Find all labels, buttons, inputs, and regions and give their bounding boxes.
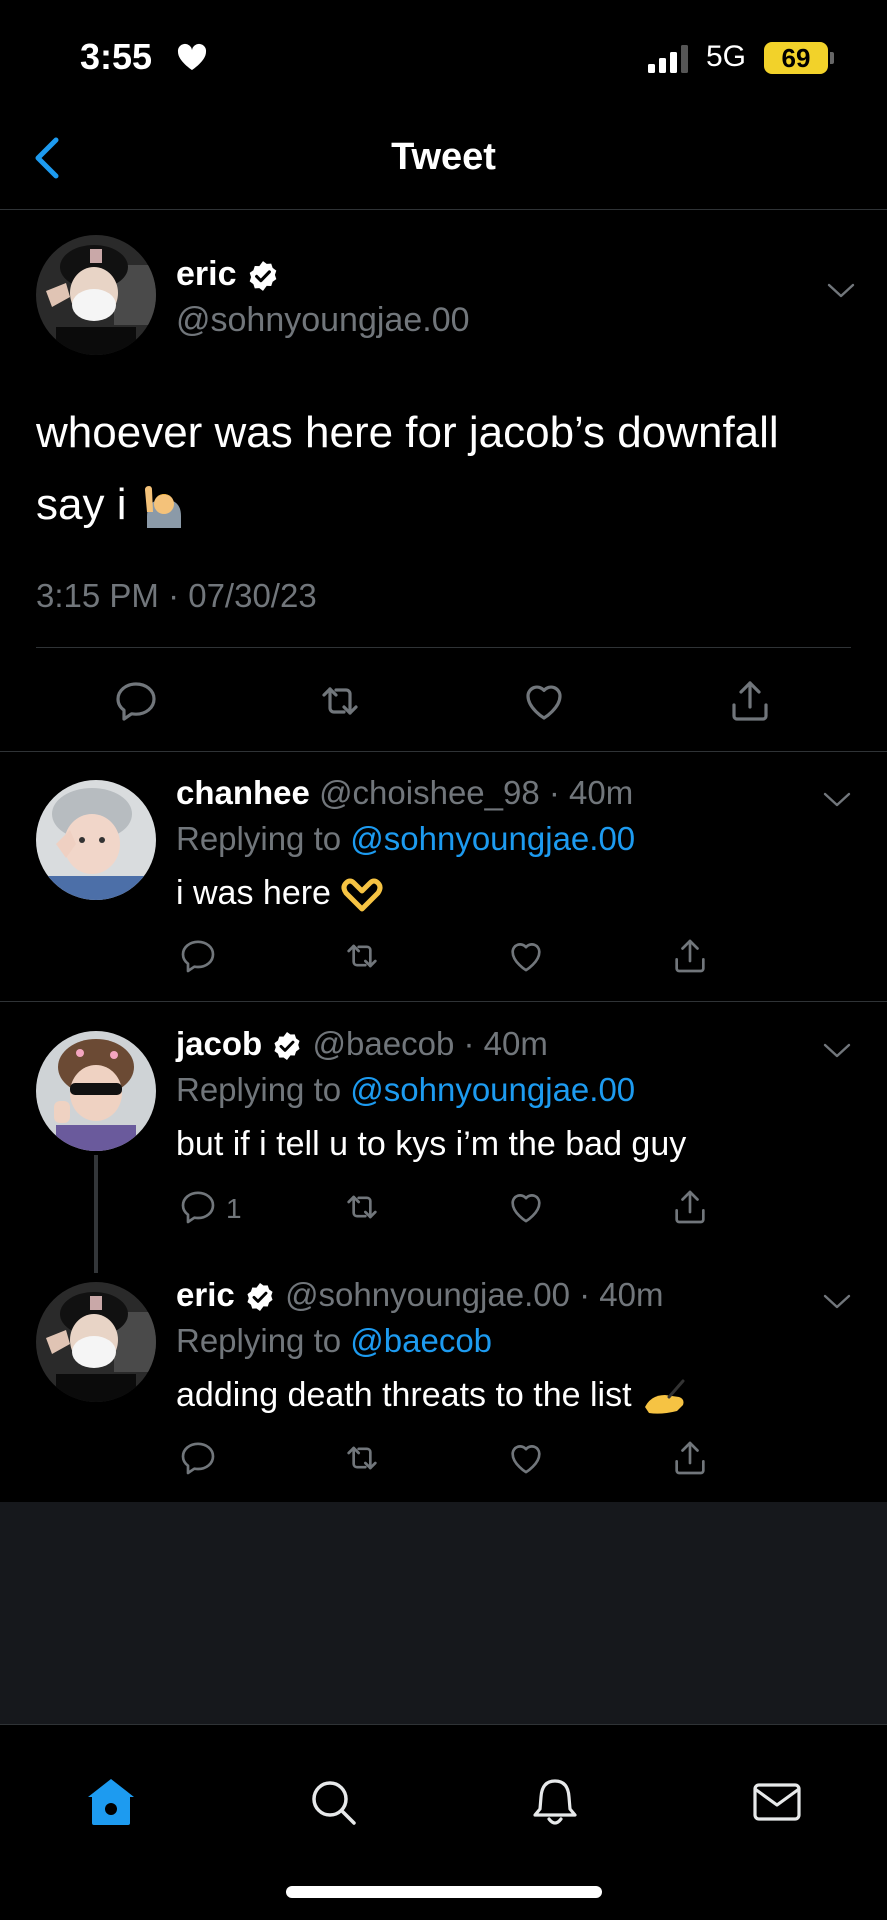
verified-badge-icon bbox=[271, 1030, 303, 1062]
retweet-icon[interactable] bbox=[342, 1438, 382, 1478]
replying-to: Replying to @sohnyoungjae.00 bbox=[176, 820, 635, 858]
raising-hand-emoji-icon bbox=[144, 486, 181, 529]
tweet-text: whoever was here for jacob’s downfall sa… bbox=[36, 397, 856, 541]
reply-header[interactable]: jacob @baecob · 40m bbox=[176, 1025, 548, 1063]
share-icon[interactable] bbox=[670, 1187, 710, 1227]
replying-to-prefix: Replying to bbox=[176, 1322, 351, 1359]
like-icon[interactable] bbox=[506, 1187, 546, 1227]
empty-feed-area bbox=[0, 1502, 887, 1724]
reply-tweet[interactable]: jacob @baecob · 40m Replying to @sohnyou… bbox=[0, 1003, 887, 1273]
like-icon[interactable] bbox=[520, 677, 568, 725]
reply-text-row: adding death threats to the list bbox=[176, 1376, 689, 1417]
reply-header[interactable]: eric @sohnyoungjae.00 · 40m bbox=[176, 1276, 663, 1314]
main-tweet[interactable]: eric @sohnyoungjae.00 whoever was here f… bbox=[0, 211, 887, 752]
chevron-down-icon[interactable] bbox=[822, 790, 852, 810]
author-handle[interactable]: @sohnyoungjae.00 bbox=[176, 301, 470, 340]
author-row[interactable]: eric bbox=[176, 255, 280, 294]
divider bbox=[36, 647, 851, 648]
tweet-text-line2-row: say i bbox=[36, 469, 856, 541]
avatar[interactable] bbox=[36, 1282, 156, 1402]
home-indicator[interactable] bbox=[286, 1886, 602, 1898]
author-name[interactable]: jacob bbox=[176, 1025, 262, 1062]
author-meta[interactable]: @sohnyoungjae.00 · 40m bbox=[285, 1276, 663, 1313]
replying-to: Replying to @baecob bbox=[176, 1322, 492, 1360]
signal-icon bbox=[648, 45, 688, 73]
battery-nub bbox=[830, 52, 834, 64]
reply-text: i was here bbox=[176, 874, 331, 912]
chevron-down-icon[interactable] bbox=[822, 1041, 852, 1061]
avatar[interactable] bbox=[36, 1031, 156, 1151]
page-title: Tweet bbox=[391, 136, 496, 178]
replying-to: Replying to @sohnyoungjae.00 bbox=[176, 1071, 635, 1109]
tweet-text-line2: say i bbox=[36, 480, 127, 529]
retweet-icon[interactable] bbox=[316, 677, 364, 725]
reply-icon[interactable] bbox=[178, 1187, 218, 1227]
mention-link[interactable]: @sohnyoungjae.00 bbox=[350, 820, 635, 857]
chevron-down-icon[interactable] bbox=[826, 281, 856, 301]
share-icon[interactable] bbox=[670, 936, 710, 976]
home-icon[interactable] bbox=[84, 1775, 138, 1829]
tweet-timestamp: 3:15 PM · 07/30/23 bbox=[36, 577, 317, 614]
author-meta[interactable]: @choishee_98 · 40m bbox=[319, 774, 633, 811]
share-icon[interactable] bbox=[726, 677, 774, 725]
heart-icon bbox=[177, 43, 207, 70]
author-name[interactable]: eric bbox=[176, 1276, 235, 1313]
retweet-icon[interactable] bbox=[342, 936, 382, 976]
retweet-icon[interactable] bbox=[342, 1187, 382, 1227]
reply-tweet[interactable]: eric @sohnyoungjae.00 · 40m Replying to … bbox=[0, 1254, 887, 1502]
like-icon[interactable] bbox=[506, 1438, 546, 1478]
reply-count: 1 bbox=[226, 1193, 242, 1224]
author-name[interactable]: eric bbox=[176, 255, 237, 293]
author-name[interactable]: chanhee bbox=[176, 774, 310, 811]
reply-icon[interactable] bbox=[112, 677, 160, 725]
verified-badge-icon bbox=[246, 259, 280, 293]
network-label: 5G bbox=[706, 40, 747, 73]
search-icon[interactable] bbox=[306, 1775, 360, 1829]
messages-icon[interactable] bbox=[750, 1775, 804, 1829]
mention-link[interactable]: @sohnyoungjae.00 bbox=[350, 1071, 635, 1108]
header: Tweet bbox=[0, 110, 887, 210]
status-time: 3:55 bbox=[80, 36, 153, 77]
reply-icon[interactable] bbox=[178, 1438, 218, 1478]
avatar[interactable] bbox=[36, 780, 156, 900]
reply-header[interactable]: chanhee @choishee_98 · 40m bbox=[176, 774, 633, 812]
reply-text-row: i was here bbox=[176, 874, 384, 913]
status-bar: 3:55 5G 69 bbox=[0, 0, 887, 110]
share-icon[interactable] bbox=[670, 1438, 710, 1478]
reply-text: but if i tell u to kys i’m the bad guy bbox=[176, 1125, 687, 1163]
author-meta[interactable]: @baecob · 40m bbox=[313, 1025, 548, 1062]
avatar[interactable] bbox=[36, 235, 156, 355]
reply-tweet[interactable]: chanhee @choishee_98 · 40m Replying to @… bbox=[0, 752, 887, 1002]
reply-icon[interactable] bbox=[178, 936, 218, 976]
mention-link[interactable]: @baecob bbox=[350, 1322, 492, 1359]
chevron-down-icon[interactable] bbox=[822, 1292, 852, 1312]
like-icon[interactable] bbox=[506, 936, 546, 976]
verified-badge-icon bbox=[244, 1281, 276, 1313]
reply-text: adding death threats to the list bbox=[176, 1376, 632, 1414]
replying-to-prefix: Replying to bbox=[176, 1071, 351, 1108]
writing-hand-emoji-icon bbox=[644, 1379, 685, 1414]
tweet-text-line1: whoever was here for jacob’s downfall bbox=[36, 408, 779, 457]
replying-to-prefix: Replying to bbox=[176, 820, 351, 857]
battery-indicator: 69 bbox=[764, 42, 828, 74]
heart-hands-emoji-icon bbox=[341, 878, 383, 912]
notifications-icon[interactable] bbox=[528, 1775, 582, 1829]
